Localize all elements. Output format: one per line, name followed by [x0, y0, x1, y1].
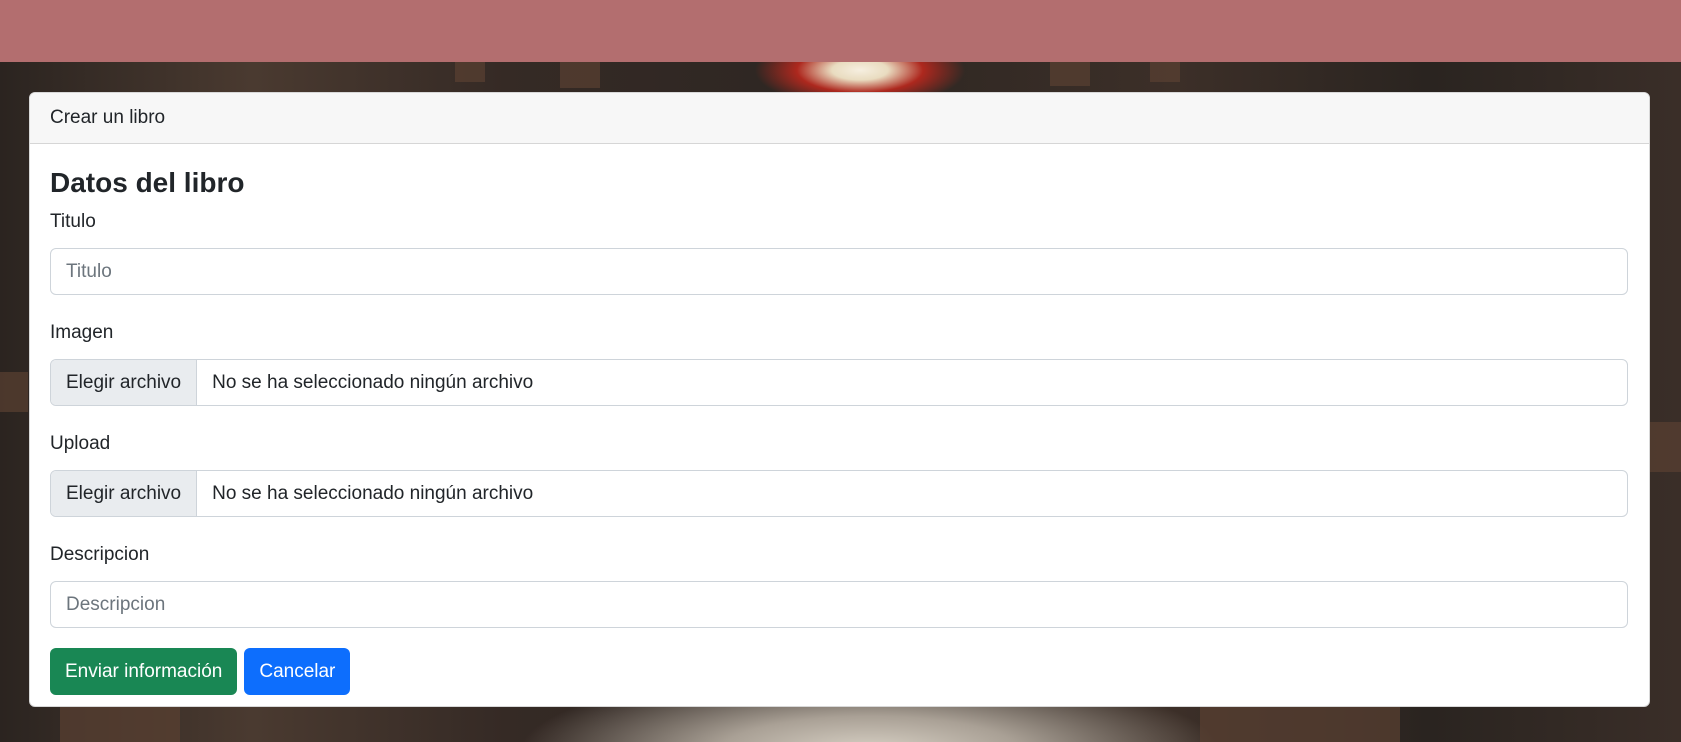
- card-body: Datos del libro Titulo Titulo Imagen Ele…: [30, 144, 1649, 695]
- titulo-input[interactable]: Titulo: [50, 248, 1628, 295]
- imagen-file-input[interactable]: Elegir archivo No se ha seleccionado nin…: [50, 359, 1628, 406]
- cancel-button[interactable]: Cancelar: [244, 648, 351, 695]
- titulo-group: Titulo Titulo: [50, 210, 1629, 295]
- upload-file-status: No se ha seleccionado ningún archivo: [212, 482, 534, 504]
- card-header-title: Crear un libro: [50, 107, 166, 128]
- imagen-file-status: No se ha seleccionado ningún archivo: [212, 371, 534, 393]
- upload-group: Upload Elegir archivo No se ha seleccion…: [50, 432, 1629, 517]
- titulo-label: Titulo: [50, 211, 96, 232]
- upload-choose-file-button[interactable]: Elegir archivo: [51, 471, 198, 516]
- top-navbar: [0, 0, 1681, 62]
- descripcion-input[interactable]: Descripcion: [50, 581, 1628, 628]
- imagen-label: Imagen: [50, 322, 114, 343]
- imagen-choose-file-button[interactable]: Elegir archivo: [51, 360, 198, 405]
- upload-label: Upload: [50, 433, 111, 454]
- create-book-card: Crear un libro Datos del libro Titulo Ti…: [29, 92, 1650, 707]
- descripcion-placeholder: Descripcion: [66, 593, 166, 615]
- form-actions: Enviar información Cancelar: [50, 648, 1629, 695]
- card-header: Crear un libro: [30, 93, 1649, 144]
- descripcion-group: Descripcion Descripcion: [50, 543, 1629, 628]
- page: Crear un libro Datos del libro Titulo Ti…: [0, 0, 1681, 742]
- upload-file-input[interactable]: Elegir archivo No se ha seleccionado nin…: [50, 470, 1628, 517]
- submit-button[interactable]: Enviar información: [50, 648, 238, 695]
- titulo-placeholder: Titulo: [66, 260, 112, 282]
- section-title: Datos del libro: [50, 167, 245, 198]
- descripcion-label: Descripcion: [50, 544, 150, 565]
- imagen-group: Imagen Elegir archivo No se ha seleccion…: [50, 321, 1629, 406]
